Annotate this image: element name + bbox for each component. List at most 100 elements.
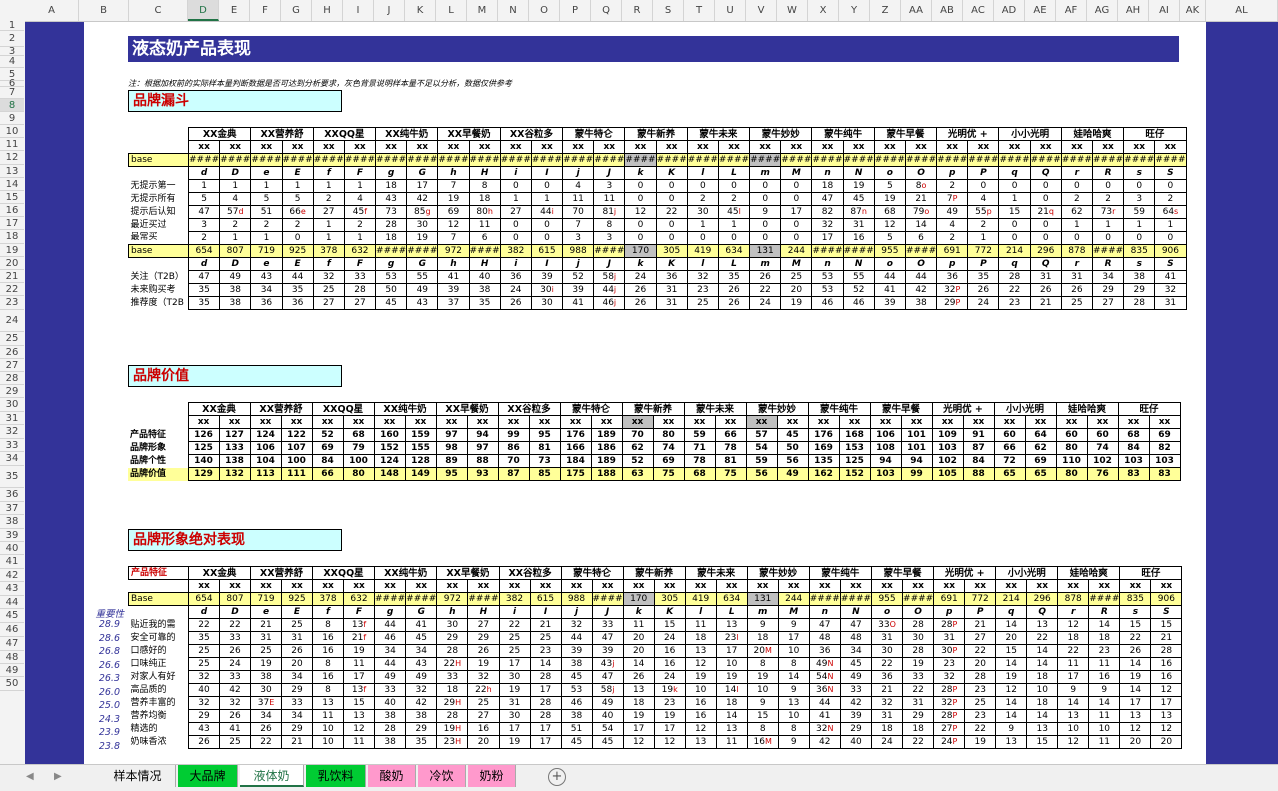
row-header-3[interactable]: 3 — [0, 47, 24, 57]
letter-cell[interactable]: P — [967, 166, 1000, 180]
base-cell[interactable]: 955 — [873, 244, 906, 258]
data-cell[interactable]: 27 — [343, 296, 377, 310]
data-cell[interactable]: 19 — [780, 296, 813, 310]
data-cell[interactable]: 74 — [652, 441, 685, 455]
letter-cell[interactable]: k — [624, 166, 657, 180]
data-cell[interactable]: 32 — [405, 683, 438, 697]
brand-header[interactable]: 蒙牛纯牛 — [811, 127, 875, 141]
data-cell[interactable]: 53 — [375, 270, 408, 284]
data-cell[interactable]: 39 — [530, 270, 564, 284]
data-cell[interactable]: 140 — [187, 454, 220, 468]
sheet-tab-2[interactable]: 液体奶 — [240, 765, 304, 787]
data-cell[interactable]: 32 — [686, 270, 719, 284]
base-cell[interactable]: 719 — [250, 592, 282, 606]
data-cell[interactable]: 23 — [653, 696, 686, 710]
row-header-41[interactable]: 41 — [0, 555, 24, 569]
data-cell[interactable]: 70 — [497, 454, 530, 468]
data-cell[interactable]: 7 — [437, 179, 470, 193]
data-cell[interactable]: 28 — [902, 618, 935, 632]
xx-cell[interactable]: xx — [902, 579, 935, 593]
xx-cell[interactable]: xx — [499, 140, 532, 154]
data-cell[interactable]: 12 — [684, 657, 717, 671]
data-cell[interactable]: 18 — [1057, 631, 1090, 645]
data-cell[interactable]: 0 — [499, 231, 532, 245]
data-cell[interactable]: 38 — [405, 709, 438, 723]
data-cell[interactable]: 16 — [1150, 670, 1183, 684]
row-header-2[interactable]: 2 — [0, 31, 24, 47]
data-cell[interactable]: 29 — [902, 709, 935, 723]
xx-cell[interactable]: xx — [218, 415, 251, 429]
brand-header[interactable]: XX谷粒多 — [498, 566, 562, 580]
data-cell[interactable]: 21 — [871, 683, 904, 697]
letter-cell[interactable]: h — [437, 257, 470, 271]
data-cell[interactable]: 80 — [342, 467, 375, 481]
data-cell[interactable]: 34 — [281, 709, 313, 723]
data-cell[interactable]: 8 — [468, 179, 501, 193]
data-cell[interactable]: 48 — [808, 631, 841, 645]
base-cell[interactable]: #### — [375, 244, 408, 258]
column-header-W[interactable]: W — [777, 0, 808, 21]
brand-header[interactable]: 娃哈哈爽 — [1060, 127, 1125, 141]
data-cell[interactable]: 25 — [1060, 296, 1093, 310]
data-cell[interactable]: 25 — [188, 657, 220, 671]
base-cell[interactable]: #### — [842, 153, 875, 167]
data-cell[interactable]: 4 — [219, 192, 252, 206]
data-cell[interactable]: 9 — [1088, 683, 1121, 697]
data-cell[interactable]: 125 — [187, 441, 220, 455]
data-cell[interactable]: 32 — [933, 670, 966, 684]
data-cell[interactable]: 35 — [468, 296, 501, 310]
data-cell[interactable]: 28 — [436, 709, 469, 723]
row-label[interactable]: 安全可靠的 — [129, 632, 189, 645]
column-header-AC[interactable]: AC — [963, 0, 994, 21]
data-cell[interactable]: 9 — [749, 205, 782, 219]
data-cell[interactable]: 104 — [249, 454, 282, 468]
data-cell[interactable]: 33 — [373, 683, 407, 697]
letter-cell[interactable]: g — [375, 257, 408, 271]
data-cell[interactable]: 28 — [529, 696, 562, 710]
data-cell[interactable]: 18 — [871, 722, 904, 736]
data-cell[interactable]: 70 — [621, 428, 654, 442]
data-cell[interactable]: 54 — [591, 722, 624, 736]
data-cell[interactable]: 38 — [904, 296, 938, 310]
data-cell[interactable]: 53 — [560, 683, 593, 697]
brand-header[interactable]: XX早餐奶 — [437, 127, 501, 141]
data-cell[interactable]: 22 — [964, 644, 997, 658]
data-cell[interactable]: 23 — [964, 709, 997, 723]
data-cell[interactable]: 68 — [342, 428, 375, 442]
data-cell[interactable]: 188 — [590, 467, 623, 481]
data-cell[interactable]: 0 — [530, 231, 564, 245]
data-cell[interactable]: 22 — [964, 722, 997, 736]
data-cell[interactable]: 47 — [187, 270, 221, 284]
row-label[interactable]: 营养丰富的 — [129, 697, 189, 710]
brand-header[interactable]: 蒙牛纯牛 — [808, 566, 873, 580]
data-cell[interactable]: 22 — [749, 283, 782, 297]
brand-header[interactable]: 小小光明 — [998, 127, 1062, 141]
letter-cell[interactable]: H — [468, 257, 501, 271]
spacer-cell[interactable] — [128, 416, 188, 429]
xx-cell[interactable]: xx — [437, 140, 470, 154]
data-cell[interactable]: 8 — [777, 657, 810, 671]
column-header-AG[interactable]: AG — [1087, 0, 1118, 21]
data-cell[interactable]: 42 — [405, 696, 438, 710]
data-cell[interactable]: 189 — [590, 428, 623, 442]
brand-header[interactable]: 旺仔 — [1123, 127, 1187, 141]
data-cell[interactable]: 135 — [807, 454, 840, 468]
data-cell[interactable]: 79o — [904, 205, 938, 219]
base-cell[interactable]: 925 — [281, 592, 313, 606]
data-cell[interactable]: 1 — [343, 179, 377, 193]
data-cell[interactable]: 81 — [714, 454, 747, 468]
row-label[interactable]: 高品质的 — [129, 684, 189, 697]
data-cell[interactable]: 25 — [529, 631, 562, 645]
header-label[interactable]: 产品特征 — [128, 566, 189, 580]
brand-header[interactable]: 蒙牛早餐 — [873, 127, 938, 141]
data-cell[interactable]: 0 — [530, 179, 564, 193]
brand-header[interactable]: 蒙牛特仑 — [562, 127, 626, 141]
data-cell[interactable]: 14 — [1088, 618, 1121, 632]
data-cell[interactable]: 0 — [998, 179, 1031, 193]
data-cell[interactable]: 23 — [686, 283, 719, 297]
data-cell[interactable]: 39 — [873, 296, 906, 310]
data-cell[interactable]: 23 — [529, 644, 562, 658]
data-cell[interactable]: 9 — [777, 618, 810, 632]
data-cell[interactable]: 9 — [777, 683, 810, 697]
data-cell[interactable]: 31 — [655, 283, 688, 297]
